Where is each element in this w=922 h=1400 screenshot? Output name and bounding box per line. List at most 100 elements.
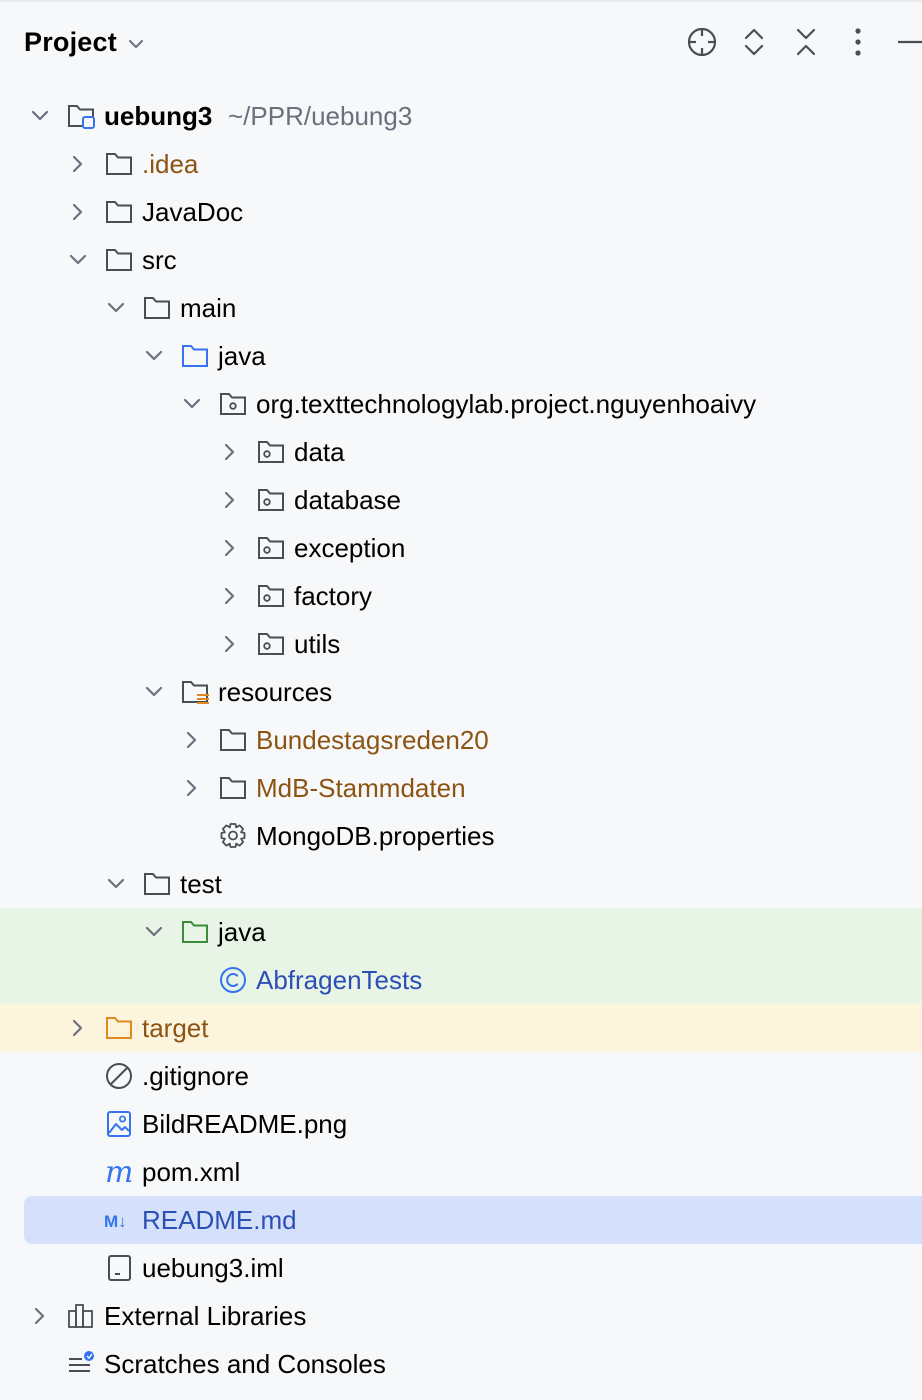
tree-row-target[interactable]: target (0, 1004, 922, 1052)
excluded-folder-icon (106, 1017, 132, 1039)
tree-row-mongodb-properties[interactable]: MongoDB.properties (0, 812, 922, 860)
tree-row-idea[interactable]: .idea (0, 140, 922, 188)
chevron-right-icon[interactable] (180, 728, 204, 752)
external-libraries-label: External Libraries (104, 1301, 307, 1331)
tree-row-iml[interactable]: uebung3.iml (0, 1244, 922, 1292)
test-java-label: java (218, 917, 266, 947)
collapse-all-icon (796, 28, 816, 56)
tree-row-database[interactable]: database (0, 476, 922, 524)
package-icon (258, 441, 284, 463)
package-label: org.texttechnologylab.project.nguyenhoai… (256, 389, 757, 419)
tree-row-root[interactable]: uebung3 ~/PPR/uebung3 (0, 92, 922, 140)
panel-title[interactable]: Project (24, 27, 117, 58)
chevron-right-icon[interactable] (66, 200, 90, 224)
package-icon (258, 489, 284, 511)
markdown-icon: M↓ (104, 1212, 127, 1231)
chevron-right-icon[interactable] (218, 488, 242, 512)
chevron-right-icon[interactable] (66, 1016, 90, 1040)
library-icon (68, 1304, 93, 1328)
root-path: ~/PPR/uebung3 (228, 101, 413, 131)
tree-row-bundestagsreden[interactable]: Bundestagsreden20 (0, 716, 922, 764)
locate-file-button[interactable] (684, 24, 720, 60)
tree-row-utils[interactable]: utils (0, 620, 922, 668)
tree-row-src[interactable]: src (0, 236, 922, 284)
chevron-right-icon[interactable] (218, 440, 242, 464)
source-folder-icon (182, 345, 208, 367)
tree-row-javadoc[interactable]: JavaDoc (0, 188, 922, 236)
module-folder-icon (68, 105, 95, 129)
collapse-all-button[interactable] (788, 24, 824, 60)
target-label: target (142, 1013, 209, 1043)
tree-row-package[interactable]: org.texttechnologylab.project.nguyenhoai… (0, 380, 922, 428)
tree-row-factory[interactable]: factory (0, 572, 922, 620)
expand-all-icon (744, 28, 764, 56)
chevron-down-icon[interactable] (142, 680, 166, 704)
test-source-folder-icon (182, 921, 208, 943)
mdb-stammdaten-label: MdB-Stammdaten (256, 773, 466, 803)
project-toolbar: Project (0, 0, 922, 86)
minimize-icon (898, 40, 922, 44)
tree-row-readme[interactable]: M↓ README.md (0, 1196, 922, 1244)
idea-label: .idea (142, 149, 199, 179)
folder-icon (220, 777, 246, 799)
package-icon (220, 393, 246, 415)
tree-row-scratches[interactable]: Scratches and Consoles (0, 1340, 922, 1388)
chevron-right-icon[interactable] (218, 584, 242, 608)
tree-row-exception[interactable]: exception (0, 524, 922, 572)
abfragentests-label: AbfragenTests (256, 965, 423, 995)
chevron-down-icon[interactable] (126, 34, 146, 54)
chevron-down-icon[interactable] (104, 296, 128, 320)
scratches-label: Scratches and Consoles (104, 1349, 386, 1379)
expand-all-button[interactable] (736, 24, 772, 60)
main-label: main (180, 293, 237, 323)
folder-icon (144, 297, 170, 319)
folder-icon (220, 729, 246, 751)
chevron-down-icon[interactable] (104, 872, 128, 896)
tree-row-test[interactable]: test (0, 860, 922, 908)
tree-row-pom[interactable]: m pom.xml (0, 1148, 922, 1196)
options-button[interactable] (840, 24, 876, 60)
factory-label: factory (294, 581, 373, 611)
tree-row-resources[interactable]: resources (0, 668, 922, 716)
chevron-right-icon[interactable] (28, 1304, 52, 1328)
tree-row-bildreadme[interactable]: BildREADME.png (0, 1100, 922, 1148)
crosshair-icon (687, 27, 717, 57)
chevron-down-icon[interactable] (142, 344, 166, 368)
chevron-right-icon[interactable] (66, 152, 90, 176)
image-file-icon (107, 1111, 131, 1137)
resources-folder-icon (182, 681, 209, 704)
tree-row-data[interactable]: data (0, 428, 922, 476)
tree-row-main[interactable]: main (0, 284, 922, 332)
chevron-right-icon[interactable] (180, 776, 204, 800)
test-label: test (180, 869, 222, 899)
pom-label: pom.xml (142, 1157, 241, 1187)
chevron-right-icon[interactable] (218, 536, 242, 560)
tree-row-abfragentests[interactable]: AbfragenTests (0, 956, 922, 1004)
tree-row-external-libraries[interactable]: External Libraries (0, 1292, 922, 1340)
tree-row-main-java[interactable]: java (0, 332, 922, 380)
root-label: uebung3 (104, 101, 213, 131)
folder-icon (144, 873, 170, 895)
package-icon (258, 585, 284, 607)
ignored-file-icon (106, 1063, 132, 1089)
folder-icon (106, 249, 132, 271)
package-icon (258, 633, 284, 655)
chevron-down-icon[interactable] (142, 920, 166, 944)
chevron-right-icon[interactable] (218, 632, 242, 656)
folder-icon (106, 201, 132, 223)
tree-row-mdb-stammdaten[interactable]: MdB-Stammdaten (0, 764, 922, 812)
maven-icon: m (105, 1158, 133, 1186)
tree-row-gitignore[interactable]: .gitignore (0, 1052, 922, 1100)
tree-row-test-java[interactable]: java (0, 908, 922, 956)
chevron-down-icon[interactable] (180, 392, 204, 416)
hide-panel-button[interactable] (892, 24, 922, 60)
resources-label: resources (218, 677, 333, 707)
gitignore-label: .gitignore (142, 1061, 249, 1091)
chevron-down-icon[interactable] (28, 104, 52, 128)
svg-text:m: m (105, 1158, 133, 1186)
javadoc-label: JavaDoc (142, 197, 244, 227)
chevron-down-icon[interactable] (66, 248, 90, 272)
gear-icon (220, 823, 246, 848)
data-label: data (294, 437, 345, 467)
exception-label: exception (294, 533, 406, 563)
